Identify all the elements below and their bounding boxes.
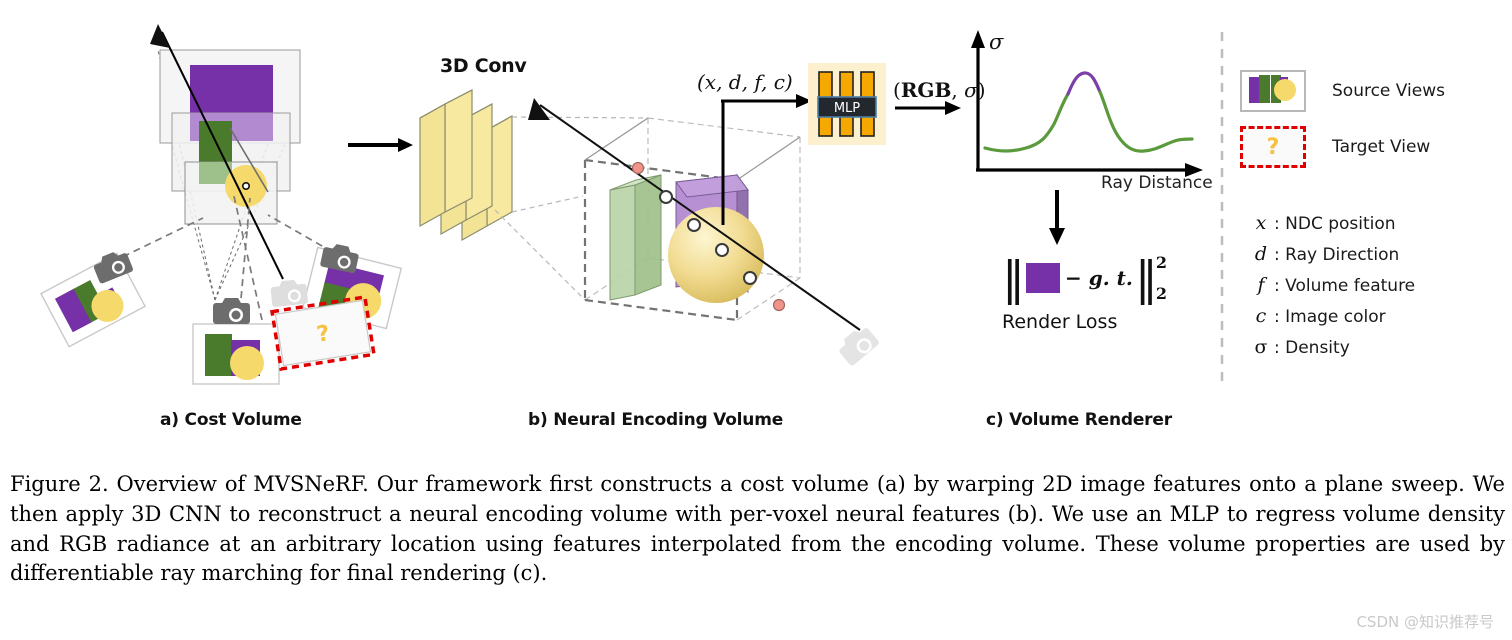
output-sigma: σ (964, 78, 978, 102)
panel-label-c: c) Volume Renderer (986, 410, 1172, 430)
panel-label-b: b) Neural Encoding Volume (528, 410, 784, 430)
output-paren-open: ( (893, 78, 901, 102)
symbol-desc-sigma: : Density (1274, 338, 1350, 358)
ground-truth-term: − g. t. (1065, 266, 1133, 290)
ray-sample-point (242, 182, 251, 191)
panel-label-a: a) Cost Volume (160, 410, 302, 430)
cost-volume-group: ? (40, 24, 403, 385)
density-curve-purple-peak (1066, 71, 1102, 96)
figure-caption: Figure 2. Overview of MVSNeRF. Our frame… (10, 472, 1505, 586)
symbol-desc-c: : Image color (1274, 307, 1386, 327)
output-tuple-label: (RGB, σ) (893, 78, 986, 102)
symbol-row-sigma: σ : Density (1248, 336, 1415, 358)
camera-icon-center (213, 298, 250, 324)
volume-yellow-sphere (668, 207, 764, 303)
output-comma: , (951, 78, 965, 102)
mlp-label: MLP (834, 101, 860, 116)
target-view-label: Target View (1332, 137, 1431, 157)
source-view-center (192, 323, 280, 385)
camera-icon-target (270, 279, 308, 307)
conv-slabs (419, 89, 513, 242)
conv-title: 3D Conv (440, 55, 527, 77)
legend: Source Views ? Target View (1240, 70, 1500, 182)
norm-subscript: 2 (1155, 284, 1167, 303)
rendered-color-swatch (1026, 263, 1060, 293)
symbol-row-x: x : NDC position (1248, 212, 1415, 234)
symbol-glyph-f: f (1257, 274, 1265, 296)
arrow-mlp-to-plot (895, 101, 961, 115)
volume-green-box (609, 174, 662, 301)
watermark: CSDN @知识推荐号 (1356, 613, 1494, 631)
arrow-a-to-b (348, 138, 413, 152)
arrow-plot-to-loss (1049, 190, 1065, 245)
ray-endpoint-far (772, 298, 786, 312)
legend-row-source-views: Source Views (1240, 70, 1500, 112)
target-view-thumb: ? (270, 295, 376, 371)
source-views-label: Source Views (1332, 81, 1445, 101)
mlp-block: MLP (808, 63, 886, 145)
sigma-axis-label: σ (989, 30, 1004, 54)
render-loss-label: Render Loss (1002, 311, 1118, 333)
plane-purple-patch (190, 65, 273, 115)
symbol-glyph-c: c (1255, 305, 1267, 327)
camera-icon-volume (839, 328, 879, 366)
symbol-glyph-sigma: σ (1254, 336, 1268, 358)
source-views-thumbnail (1240, 70, 1306, 112)
symbol-row-d: d : Ray Direction (1248, 243, 1415, 265)
target-view-thumbnail: ? (1240, 126, 1306, 168)
norm-exponents: 2 2 (1155, 253, 1170, 303)
ray-arrowhead (150, 24, 170, 48)
symbol-legend: x : NDC position d : Ray Direction f : V… (1248, 212, 1416, 367)
symbol-desc-x: : NDC position (1274, 214, 1396, 234)
norm-bar-right: ‖ (1134, 251, 1158, 305)
norm-bar-left: ‖ (1002, 251, 1025, 305)
symbol-glyph-x: x (1255, 212, 1267, 234)
ray-endpoint-near (631, 161, 645, 175)
density-curve-green-left (983, 92, 1070, 153)
figure-diagram: ? MLP 3D Conv (x, d, f, c) (RGB, σ) σ Ra… (0, 0, 1512, 440)
ray-distance-axis-label: Ray Distance (1101, 173, 1213, 193)
norm-exponent: 2 (1155, 253, 1167, 272)
symbol-desc-d: : Ray Direction (1274, 245, 1400, 265)
density-curve-green-right (1098, 90, 1194, 153)
output-rgb: RGB (900, 78, 952, 102)
density-plot (971, 30, 1203, 177)
symbol-glyph-d: d (1254, 243, 1268, 265)
input-tuple-label: (x, d, f, c) (697, 70, 793, 94)
target-view-question-icon: ? (1266, 134, 1280, 160)
render-loss-formula: ‖ − g. t. ‖ 2 2 (1002, 250, 1170, 306)
symbol-row-c: c : Image color (1248, 305, 1415, 327)
symbol-row-f: f : Volume feature (1248, 274, 1415, 296)
symbol-desc-f: : Volume feature (1274, 276, 1416, 296)
legend-row-target-view: ? Target View (1240, 126, 1500, 168)
output-paren-close: ) (977, 78, 986, 102)
